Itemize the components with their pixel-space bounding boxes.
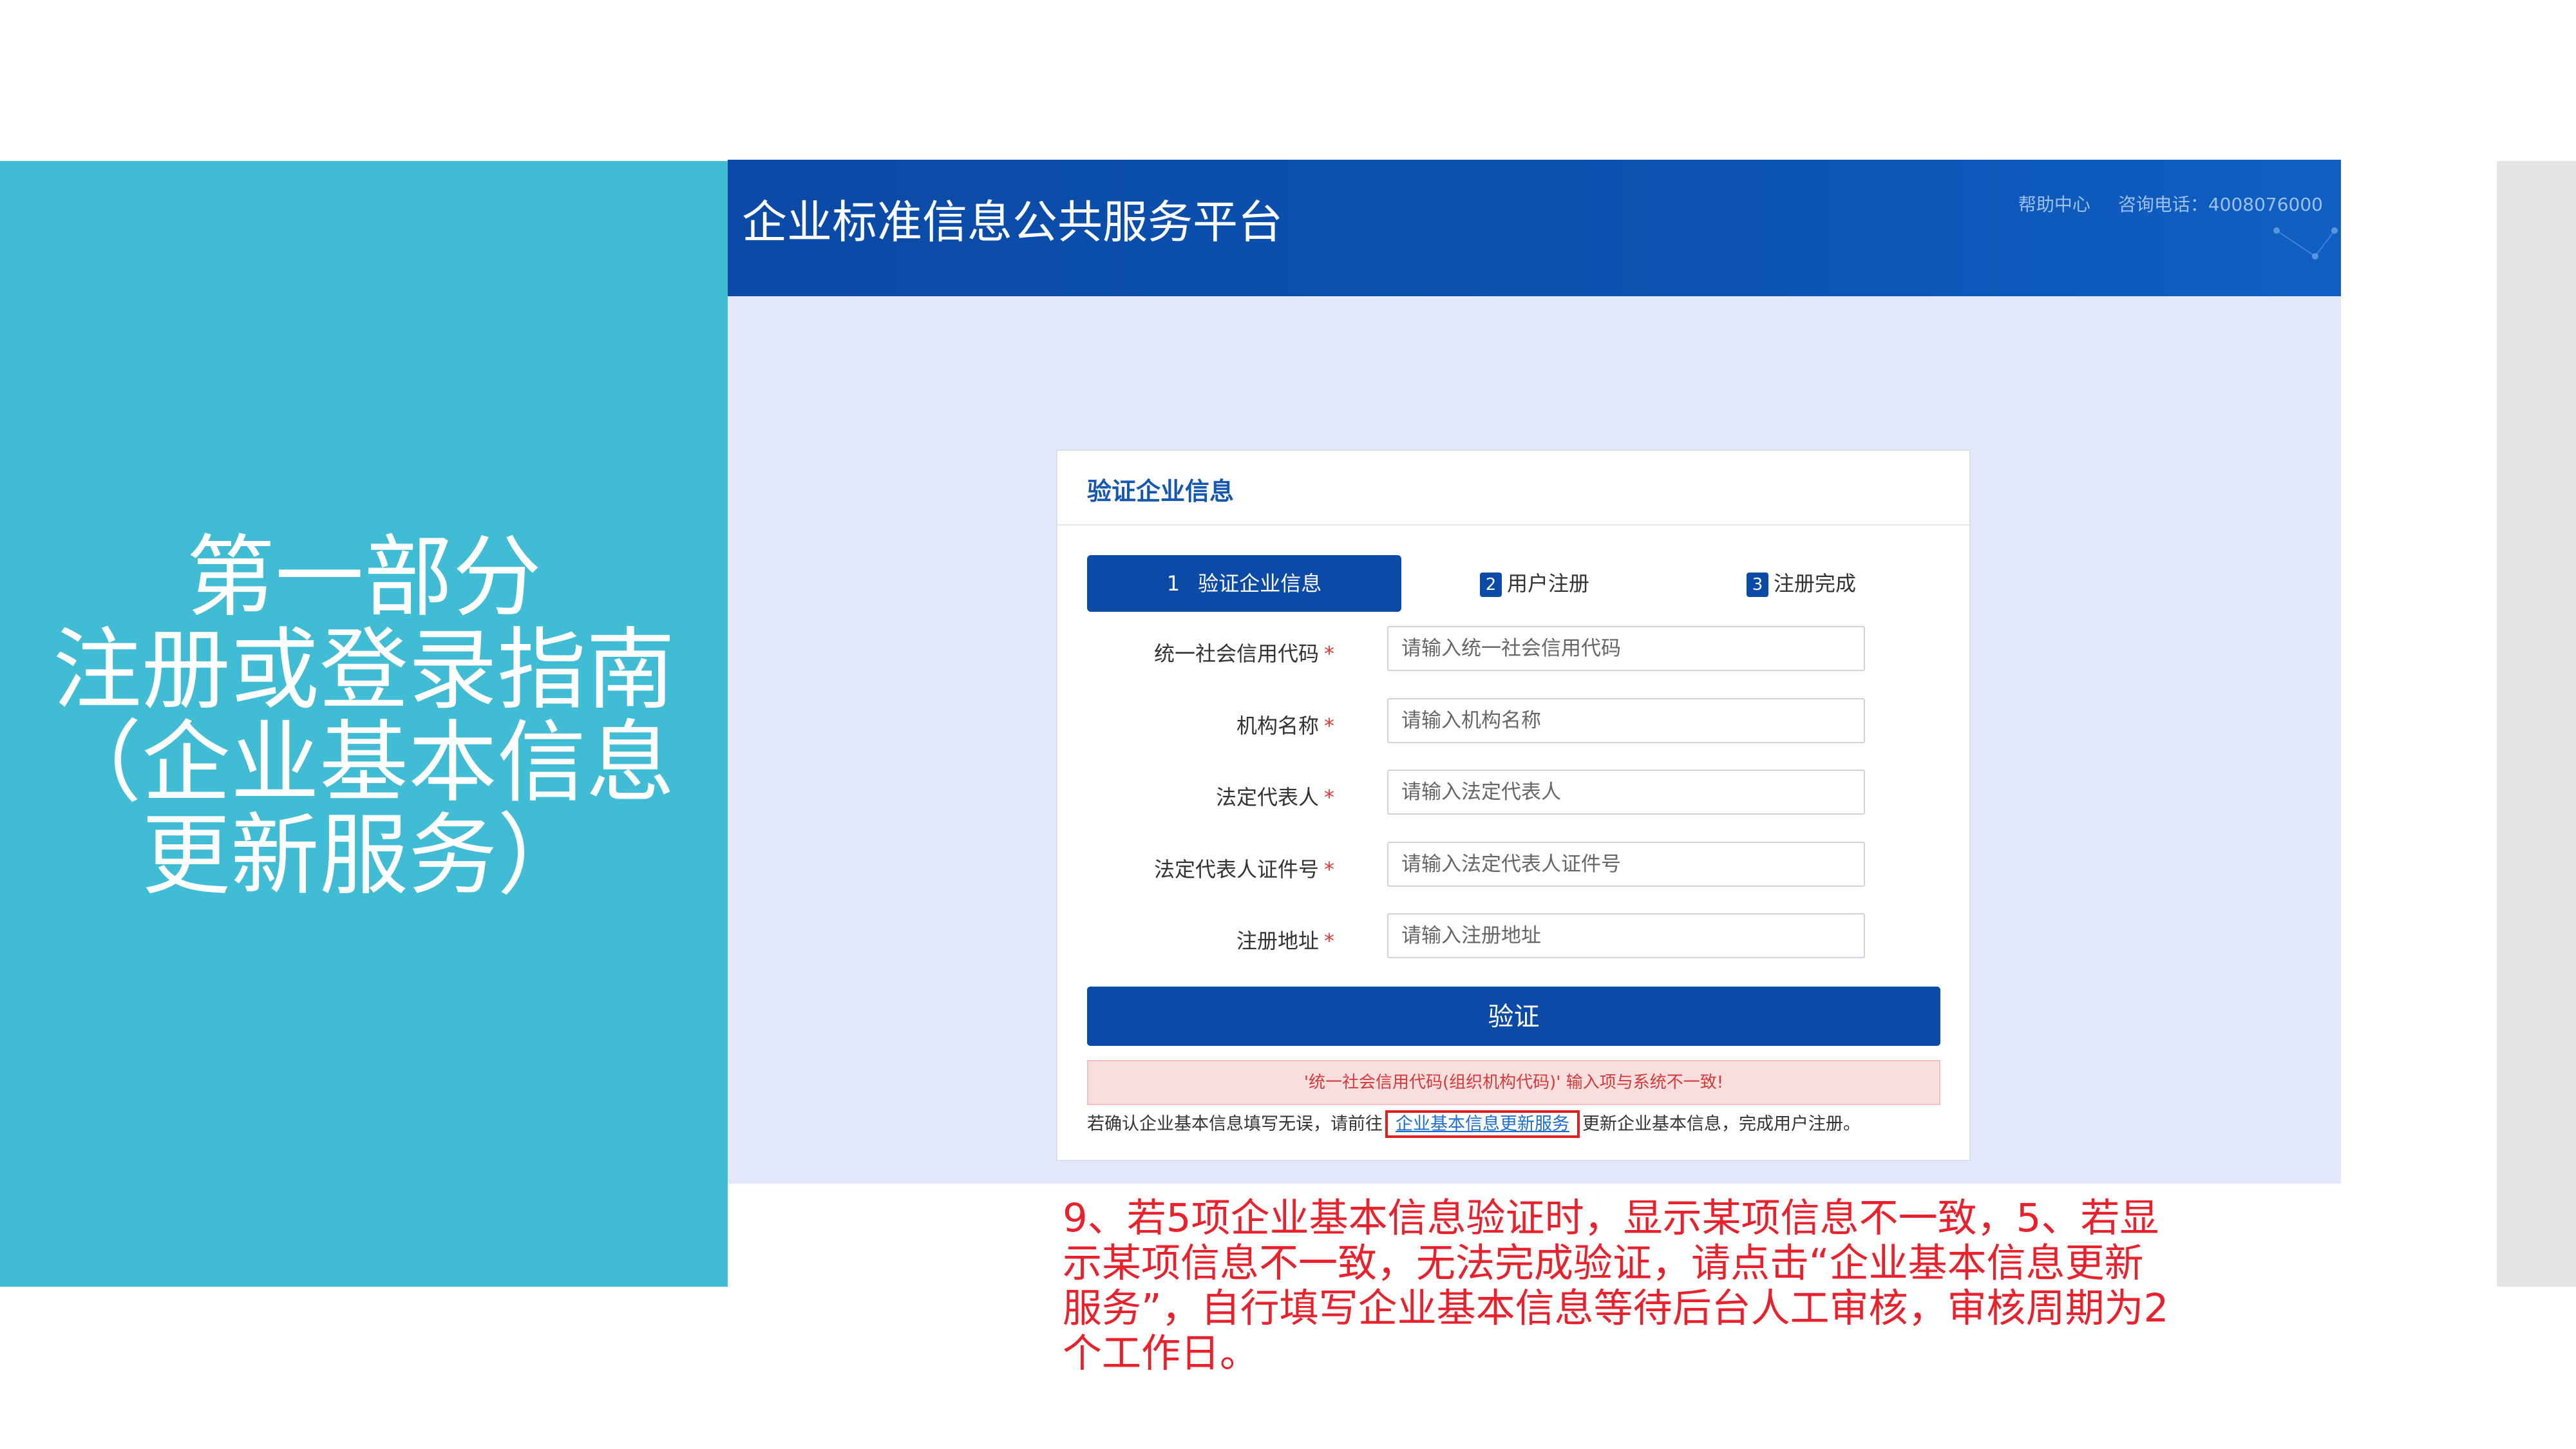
card-title: 验证企业信息 <box>1087 477 1235 506</box>
site-header: 企业标准信息公共服务平台 帮助中心 咨询电话：4008076000 <box>728 160 2341 296</box>
update-hint: 若确认企业基本信息填写无误，请前往 企业基本信息更新服务 更新企业基本信息，完成用户… <box>1087 1106 1861 1142</box>
org-name-input[interactable] <box>1387 698 1865 743</box>
help-center-link[interactable]: 帮助中心 <box>2018 194 2090 215</box>
legal-rep-id-input[interactable] <box>1387 842 1865 887</box>
hint-text-after: 更新企业基本信息，完成用户注册。 <box>1582 1114 1861 1134</box>
side-decoration <box>2497 161 2576 1287</box>
section-title: 第一部分 注册或登录指南 （企业基本信息 更新服务） <box>0 531 728 902</box>
screenshot-frame: 企业标准信息公共服务平台 帮助中心 咨询电话：4008076000 验证企业信息… <box>728 160 2341 1184</box>
card-header: 验证企业信息 <box>1057 451 1969 526</box>
legal-rep-label: 法定代表人 * <box>1215 785 1334 810</box>
hotline-text: 咨询电话：4008076000 <box>2117 194 2323 215</box>
org-name-label: 机构名称 * <box>1236 714 1334 738</box>
step-1-tab: 1 验证企业信息 <box>1087 555 1401 612</box>
step-number: 2 <box>1480 573 1502 597</box>
header-links: 帮助中心 咨询电话：4008076000 <box>1996 191 2323 216</box>
step-label: 注册完成 <box>1774 571 1857 596</box>
step-3-tab: 3 注册完成 <box>1747 555 1856 612</box>
step-2-tab: 2 用户注册 <box>1480 555 1589 612</box>
legal-rep-input[interactable] <box>1387 770 1865 815</box>
instruction-note: 9、若5项企业基本信息验证时，显示某项信息不一致，5、若显示某项信息不一致，无法… <box>1063 1195 2169 1376</box>
step-number: 3 <box>1747 573 1768 597</box>
network-decoration-icon <box>2273 227 2338 260</box>
verify-button[interactable]: 验证 <box>1087 987 1940 1046</box>
section-title-line: 更新服务） <box>141 804 586 907</box>
step-label: 验证企业信息 <box>1198 571 1322 596</box>
update-service-link[interactable]: 企业基本信息更新服务 <box>1385 1110 1580 1138</box>
hint-text-before: 若确认企业基本信息填写无误，请前往 <box>1087 1114 1383 1134</box>
section-title-line: 第一部分 <box>185 526 542 629</box>
section-title-line: （企业基本信息 <box>52 711 675 815</box>
section-title-line: 注册或登录指南 <box>52 618 675 722</box>
platform-title: 企业标准信息公共服务平台 <box>742 196 1283 249</box>
error-message: '统一社会信用代码(组织机构代码)' 输入项与系统不一致! <box>1087 1060 1940 1105</box>
address-label: 注册地址 * <box>1236 929 1334 953</box>
step-number: 1 <box>1166 571 1180 596</box>
legal-rep-id-label: 法定代表人证件号 * <box>1153 857 1334 882</box>
credit-code-label: 统一社会信用代码 * <box>1153 641 1334 666</box>
credit-code-input[interactable] <box>1387 626 1865 671</box>
verify-card: 验证企业信息 1 验证企业信息 2用户注册 3注册完成 统一社会信用代码* 机构… <box>1056 450 1971 1161</box>
step-label: 用户注册 <box>1507 571 1590 596</box>
address-input[interactable] <box>1387 913 1865 958</box>
